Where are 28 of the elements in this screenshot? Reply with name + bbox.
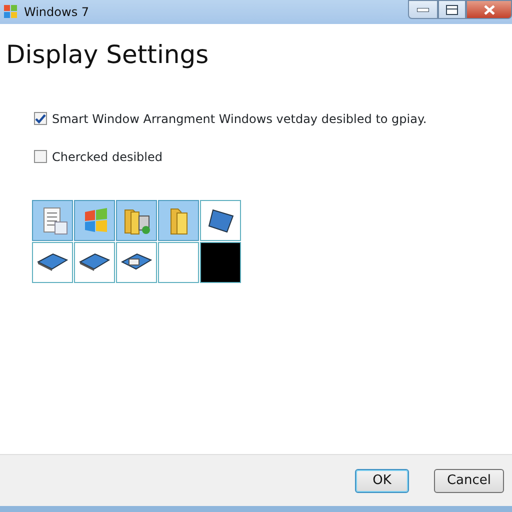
app-icon	[4, 5, 18, 19]
close-icon	[484, 4, 494, 14]
minimize-icon	[417, 8, 429, 12]
dark-tile[interactable]	[200, 242, 241, 282]
slab-icon	[121, 252, 152, 272]
tile[interactable]	[116, 242, 157, 282]
checkbox[interactable]	[34, 112, 47, 125]
tile[interactable]	[200, 200, 241, 240]
minimize-button[interactable]	[408, 0, 438, 19]
close-button[interactable]	[466, 0, 512, 19]
tile[interactable]	[74, 200, 115, 240]
maximize-button[interactable]	[438, 0, 466, 19]
tile[interactable]	[116, 200, 157, 240]
window-title: Windows 7	[24, 4, 90, 21]
tile[interactable]	[158, 242, 199, 282]
tile[interactable]	[158, 200, 199, 240]
maximize-icon	[446, 4, 458, 14]
checkbox[interactable]	[34, 150, 47, 163]
tile[interactable]	[32, 242, 73, 282]
tile[interactable]	[74, 242, 115, 282]
tile[interactable]	[32, 200, 73, 240]
heading: Display Settings	[6, 39, 210, 71]
slab-icon	[79, 252, 110, 272]
cancel-button[interactable]: Cancel	[434, 468, 504, 492]
slab-icon	[37, 252, 68, 272]
checkbox-label: Chercked desibled	[52, 148, 163, 166]
ok-button[interactable]: OK	[355, 468, 409, 492]
checkbox-label: Smart Window Arrangment Windows vetday desibled to gpiay.	[52, 110, 427, 128]
